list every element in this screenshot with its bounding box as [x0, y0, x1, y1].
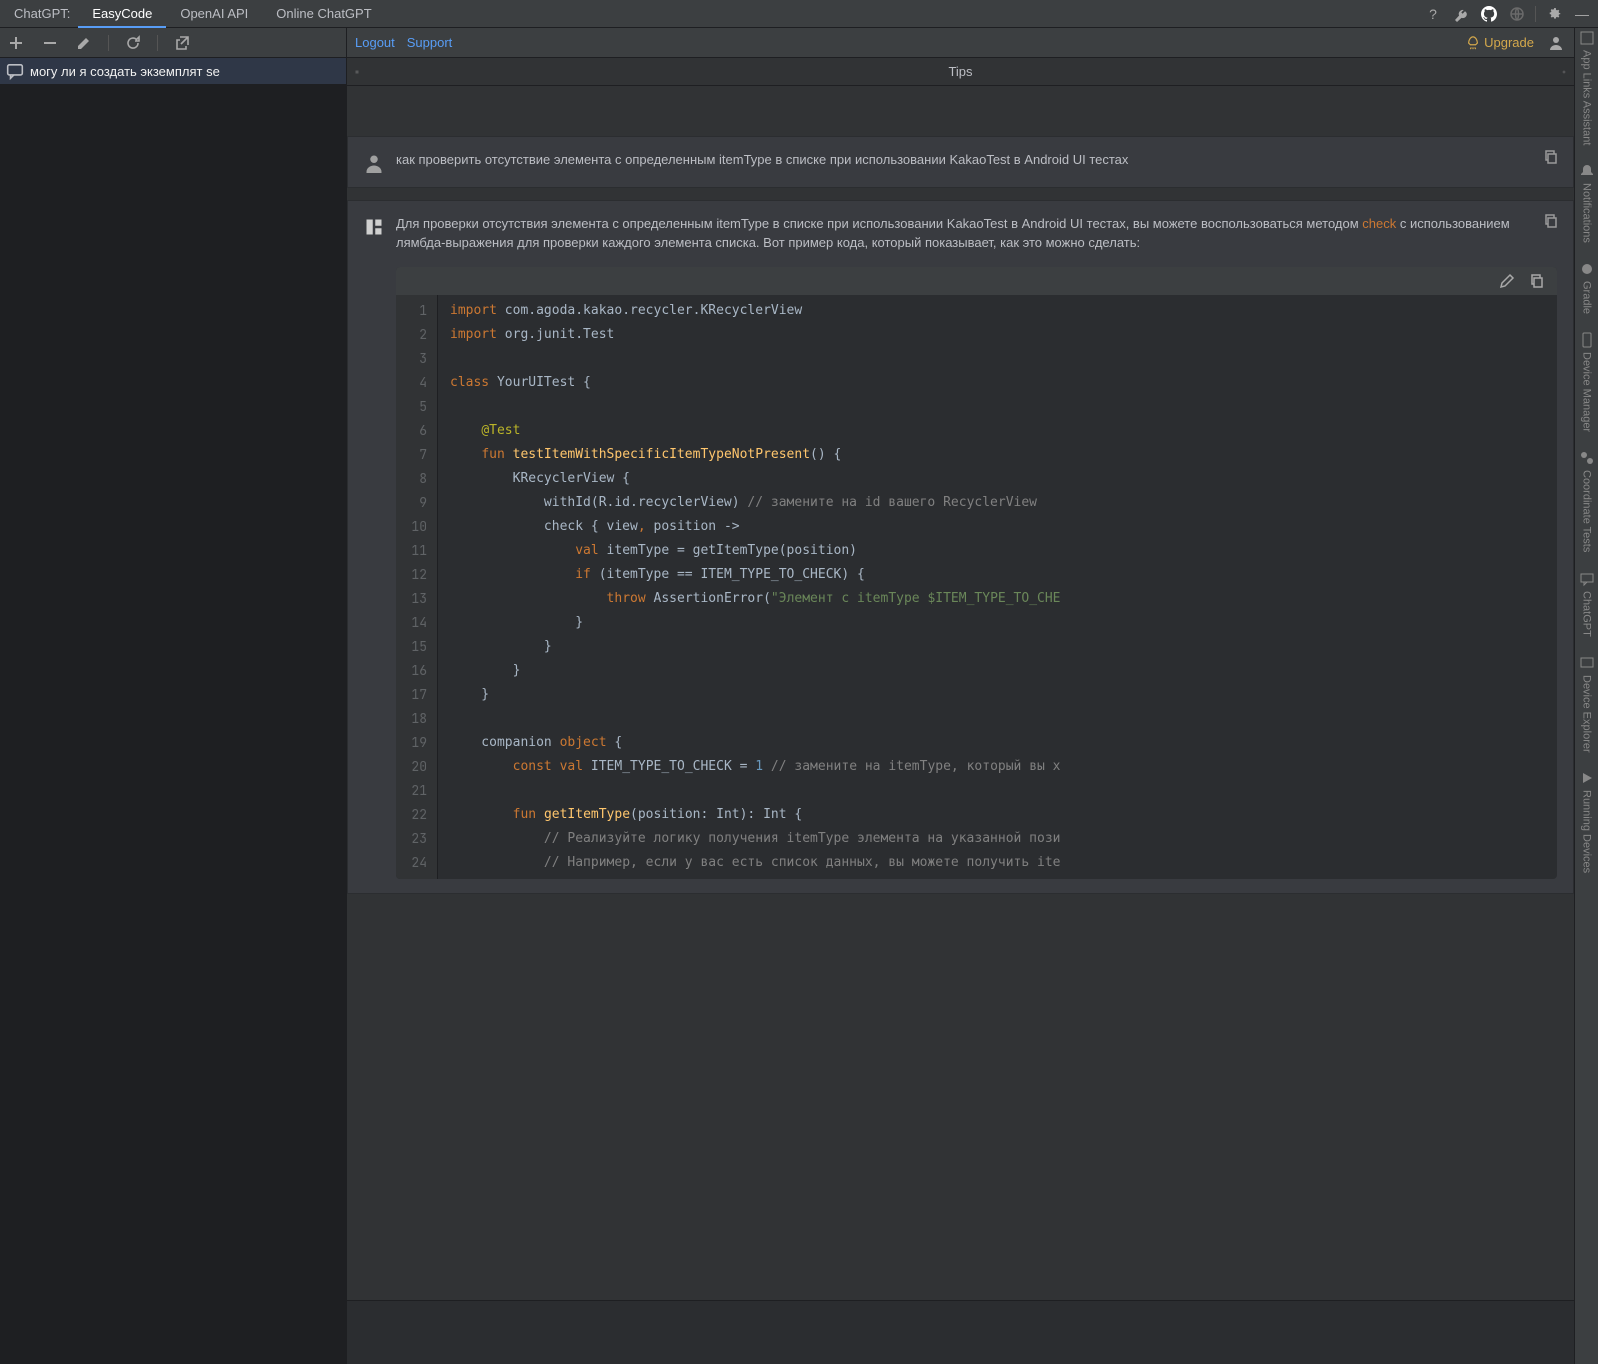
code-toolbar [396, 267, 1557, 295]
tips-plus-icon[interactable] [1554, 62, 1574, 82]
strip-gradle[interactable]: Gradle [1579, 261, 1595, 314]
history-item[interactable]: могу ли я создать экземплят se [0, 58, 346, 84]
copy-icon[interactable] [1541, 211, 1561, 231]
assistant-message: Для проверки отсутствия элемента с опред… [347, 200, 1574, 894]
history-toolbar [0, 28, 346, 58]
assistant-avatar-icon [364, 217, 384, 237]
minimize-icon[interactable]: — [1572, 4, 1592, 24]
strip-device-explorer[interactable]: Device Explorer [1579, 655, 1595, 753]
top-tab-label: ChatGPT: [6, 0, 78, 28]
support-link[interactable]: Support [407, 35, 453, 50]
insert-code-icon[interactable] [1497, 271, 1517, 291]
separator [1535, 6, 1536, 22]
chat-input[interactable] [355, 1309, 1566, 1356]
code-block: 123456789101112131415161718192021222324 … [396, 267, 1557, 879]
user-avatar-icon [364, 153, 384, 173]
hamburger-icon[interactable] [347, 62, 367, 82]
user-icon[interactable] [1546, 33, 1566, 53]
right-tool-strip: App Links Assistant Notifications Gradle… [1574, 28, 1598, 1364]
github-icon[interactable] [1479, 4, 1499, 24]
chat-input-bar [347, 1300, 1574, 1364]
gear-icon[interactable] [1544, 4, 1564, 24]
strip-device-manager[interactable]: Device Manager [1579, 332, 1595, 432]
tips-bar: Tips [347, 58, 1574, 86]
rocket-icon [1466, 36, 1480, 50]
tab-openai-api[interactable]: OpenAI API [166, 0, 262, 28]
plus-icon[interactable] [6, 33, 26, 53]
tips-label: Tips [948, 64, 972, 79]
minus-icon[interactable] [40, 33, 60, 53]
strip-chatgpt[interactable]: ChatGPT [1579, 571, 1595, 637]
logout-link[interactable]: Logout [355, 35, 395, 50]
copy-icon[interactable] [1541, 147, 1561, 167]
copy-code-icon[interactable] [1527, 271, 1547, 291]
wrench-icon[interactable] [1451, 4, 1471, 24]
chat-header: Logout Support Upgrade [347, 28, 1574, 58]
assistant-intro-part1: Для проверки отсутствия элемента с опред… [396, 216, 1362, 231]
top-tab-bar: ChatGPT: EasyCode OpenAI API Online Chat… [0, 0, 1598, 28]
strip-running-devices[interactable]: Running Devices [1579, 770, 1595, 873]
chat-scroll[interactable]: как проверить отсутствие элемента с опре… [347, 86, 1574, 1300]
code-gutter: 123456789101112131415161718192021222324 [396, 295, 438, 879]
open-external-icon[interactable] [172, 33, 192, 53]
strip-coordinate-tests[interactable]: Coordinate Tests [1579, 450, 1595, 552]
history-item-label: могу ли я создать экземплят se [30, 64, 220, 79]
chat-main: Logout Support Upgrade Tips [347, 28, 1574, 1364]
chat-icon [6, 62, 24, 80]
assistant-message-body: Для проверки отсутствия элемента с опред… [396, 215, 1557, 879]
separator [108, 35, 109, 51]
user-message-text: как проверить отсутствие элемента с опре… [396, 151, 1557, 173]
strip-app-links-assistant[interactable]: App Links Assistant [1579, 30, 1595, 145]
code-lines[interactable]: import com.agoda.kakao.recycler.KRecycle… [438, 295, 1557, 879]
globe-icon[interactable] [1507, 4, 1527, 24]
history-sidebar: могу ли я создать экземплят se [0, 28, 347, 1364]
tab-online-chatgpt[interactable]: Online ChatGPT [262, 0, 385, 28]
assistant-intro-link[interactable]: check [1362, 216, 1396, 231]
strip-notifications[interactable]: Notifications [1579, 163, 1595, 243]
separator [157, 35, 158, 51]
pencil-icon[interactable] [74, 33, 94, 53]
refresh-icon[interactable] [123, 33, 143, 53]
spacer [347, 86, 1574, 124]
history-list: могу ли я создать экземплят se [0, 58, 346, 1364]
upgrade-label: Upgrade [1484, 35, 1534, 50]
user-message: как проверить отсутствие элемента с опре… [347, 136, 1574, 188]
tab-easycode[interactable]: EasyCode [78, 0, 166, 28]
upgrade-button[interactable]: Upgrade [1466, 35, 1534, 50]
help-icon[interactable]: ? [1423, 4, 1443, 24]
